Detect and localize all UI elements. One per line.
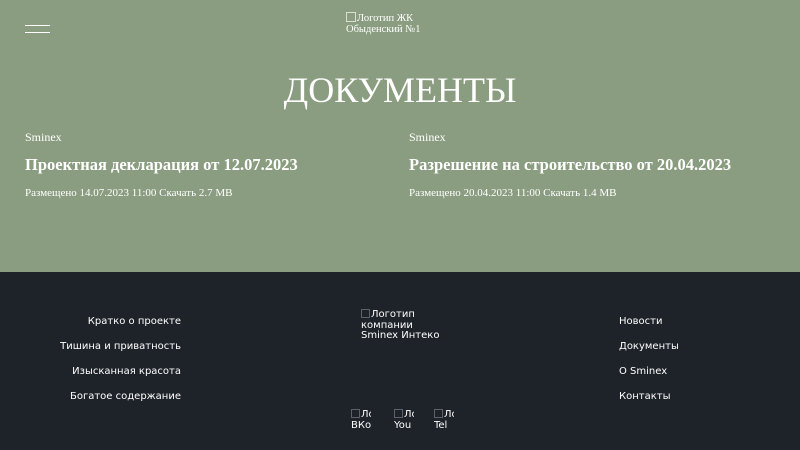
- footer-link-content[interactable]: Богатое содержание: [0, 390, 181, 415]
- youtube-icon[interactable]: Лого You: [394, 409, 414, 431]
- logo-alt-line: Sminex Интеко: [361, 330, 440, 341]
- footer-link-about[interactable]: Кратко о проекте: [0, 315, 181, 340]
- document-card: Sminex Разрешение на строительство от 20…: [409, 130, 769, 200]
- download-link[interactable]: Скачать 1.4 MB: [543, 187, 616, 199]
- logo-alt-line: Логотип ЖК: [346, 12, 421, 24]
- logo-alt-line: Логотип: [361, 309, 441, 321]
- document-developer: Sminex: [25, 130, 62, 144]
- broken-image-icon: [361, 309, 370, 318]
- footer-link-contacts[interactable]: Контакты: [619, 390, 739, 415]
- document-developer: Sminex: [409, 130, 446, 144]
- footer-link-documents[interactable]: Документы: [619, 340, 739, 365]
- footer-link-news[interactable]: Новости: [619, 315, 739, 340]
- page-title: ДОКУМЕНТЫ: [283, 70, 517, 110]
- document-meta: Размещено 20.04.2023 11:00 Скачать 1.4 M…: [409, 187, 769, 200]
- vk-icon[interactable]: Лого ВКо: [351, 409, 371, 431]
- broken-image-icon: [434, 409, 443, 418]
- company-logo[interactable]: Логотип компании Sminex Интеко: [361, 309, 441, 342]
- site-footer: Кратко о проекте Тишина и приватность Из…: [0, 272, 800, 450]
- broken-image-icon: [351, 409, 360, 418]
- logo-alt-line: Обыденский №1: [346, 24, 421, 35]
- footer-nav-right: Новости Документы О Sminex Контакты: [619, 315, 739, 415]
- documents-section: Логотип ЖК Обыденский №1 ДОКУМЕНТЫ Smine…: [0, 0, 800, 272]
- document-posted: Размещено 14.07.2023 11:00: [25, 187, 157, 199]
- document-title[interactable]: Проектная декларация от 12.07.2023: [25, 155, 385, 175]
- document-posted: Размещено 20.04.2023 11:00: [409, 187, 541, 199]
- footer-link-beauty[interactable]: Изысканная красота: [0, 365, 181, 390]
- broken-image-icon: [394, 409, 403, 418]
- hamburger-line: [25, 32, 50, 33]
- document-card: Sminex Проектная декларация от 12.07.202…: [25, 130, 385, 200]
- broken-image-icon: [346, 12, 356, 22]
- site-logo[interactable]: Логотип ЖК Обыденский №1: [346, 12, 421, 35]
- hamburger-line: [25, 25, 50, 26]
- download-link[interactable]: Скачать 2.7 MB: [159, 187, 232, 199]
- telegram-icon[interactable]: Лого Tel: [434, 409, 454, 431]
- document-meta: Размещено 14.07.2023 11:00 Скачать 2.7 M…: [25, 187, 385, 200]
- footer-link-silence[interactable]: Тишина и приватность: [0, 340, 181, 365]
- footer-link-sminex[interactable]: О Sminex: [619, 365, 739, 390]
- footer-nav-left: Кратко о проекте Тишина и приватность Из…: [0, 315, 181, 415]
- document-title[interactable]: Разрешение на строительство от 20.04.202…: [409, 155, 769, 175]
- hamburger-icon[interactable]: [25, 25, 50, 33]
